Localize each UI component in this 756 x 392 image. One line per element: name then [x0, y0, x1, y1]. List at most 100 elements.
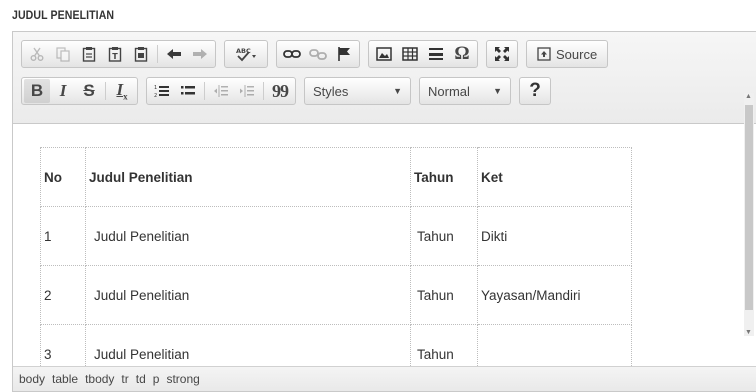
table-icon	[402, 47, 418, 61]
path-item-body[interactable]: body	[19, 372, 45, 386]
field-label: JUDUL PENELITIAN	[12, 8, 115, 22]
undo-button[interactable]	[161, 42, 187, 66]
bold-button[interactable]: B	[24, 79, 50, 103]
bulleted-list-icon	[181, 86, 195, 95]
content-table: No Judul Penelitian Tahun Ket 1 Judul Pe…	[40, 147, 632, 368]
styles-dropdown-label: Styles	[313, 83, 349, 99]
copy-icon	[56, 47, 70, 62]
redo-arrow-icon	[193, 49, 207, 59]
table-cell[interactable]: Yayasan/Mandiri	[477, 265, 632, 325]
help-button[interactable]: ?	[522, 79, 548, 103]
paragraph-group: 12 99	[146, 77, 296, 105]
horizontal-rule-button[interactable]	[423, 42, 449, 66]
table-header-cell[interactable]: Tahun	[410, 147, 478, 207]
spellcheck-button[interactable]: ABC	[227, 42, 265, 66]
maximize-icon	[495, 47, 509, 61]
table-header-cell[interactable]: Ket	[477, 147, 632, 207]
path-item-table[interactable]: table	[52, 372, 78, 386]
path-item-tr[interactable]: tr	[121, 372, 128, 386]
table-cell[interactable]: Tahun	[410, 206, 478, 266]
table-cell[interactable]: 2	[40, 265, 86, 325]
undo-arrow-icon	[167, 49, 181, 59]
separator	[157, 45, 158, 63]
horizontal-rule-icon	[429, 48, 443, 60]
table-cell[interactable]	[477, 324, 632, 368]
table-header-row: No Judul Penelitian Tahun Ket	[40, 147, 632, 207]
chevron-down-icon: ▼	[493, 86, 502, 96]
italic-button[interactable]: I	[50, 79, 76, 103]
indent-button[interactable]	[234, 79, 260, 103]
paste-button[interactable]	[76, 42, 102, 66]
path-item-tbody[interactable]: tbody	[85, 372, 114, 386]
table-row: 1 Judul Penelitian Tahun Dikti	[40, 206, 632, 266]
format-dropdown-label: Normal	[428, 83, 470, 99]
table-header-cell[interactable]: Judul Penelitian	[85, 147, 411, 207]
scroll-thumb[interactable]	[745, 105, 753, 310]
element-path-bar: body table tbody tr td p strong	[13, 366, 756, 391]
path-item-p[interactable]: p	[153, 372, 160, 386]
paste-word-button[interactable]	[128, 42, 154, 66]
question-icon: ?	[529, 80, 541, 101]
table-cell[interactable]: Dikti	[477, 206, 632, 266]
clipboard-group: T	[21, 40, 216, 68]
table-button[interactable]	[397, 42, 423, 66]
table-cell[interactable]: 3	[40, 324, 86, 368]
bulleted-list-button[interactable]	[175, 79, 201, 103]
basicstyles-group: B I S Ix	[21, 77, 138, 105]
svg-text:2: 2	[154, 93, 157, 99]
numbered-list-icon: 12	[154, 85, 169, 99]
source-icon	[537, 47, 551, 61]
path-item-strong[interactable]: strong	[166, 372, 199, 386]
link-icon	[283, 50, 301, 58]
separator	[204, 82, 205, 100]
content-scrollbar[interactable]: ▲ ▼	[744, 93, 754, 336]
table-cell[interactable]: Tahun	[410, 324, 478, 368]
table-cell[interactable]: Tahun	[410, 265, 478, 325]
table-header-cell[interactable]: No	[40, 147, 86, 207]
table-row: 3 Judul Penelitian Tahun	[40, 324, 632, 368]
image-icon	[376, 47, 392, 61]
clipboard-text-icon: T	[108, 47, 122, 62]
table-cell[interactable]: 1	[40, 206, 86, 266]
link-group	[276, 40, 360, 68]
numbered-list-button[interactable]: 12	[149, 79, 175, 103]
bold-icon: B	[30, 81, 44, 100]
paste-text-button[interactable]: T	[102, 42, 128, 66]
table-cell[interactable]: Judul Penelitian	[85, 206, 411, 266]
copy-button[interactable]	[50, 42, 76, 66]
table-cell[interactable]: Judul Penelitian	[85, 324, 411, 368]
remove-format-button[interactable]: Ix	[109, 79, 135, 103]
format-dropdown[interactable]: Normal ▼	[419, 77, 511, 105]
flag-icon	[338, 47, 350, 61]
styles-dropdown[interactable]: Styles ▼	[304, 77, 411, 105]
blockquote-button[interactable]: 99	[267, 79, 293, 103]
scroll-down-icon[interactable]: ▼	[745, 329, 752, 336]
clipboard-icon	[82, 47, 96, 62]
redo-button[interactable]	[187, 42, 213, 66]
outdent-button[interactable]	[208, 79, 234, 103]
path-item-td[interactable]: td	[136, 372, 146, 386]
cut-button[interactable]	[24, 42, 50, 66]
link-button[interactable]	[279, 42, 305, 66]
maximize-group	[486, 40, 518, 68]
svg-text:1: 1	[154, 85, 157, 91]
editor-toolbar: T ABC Ω Source B I S Ix 1 2 99 Styles ▼ …	[13, 32, 756, 124]
source-group: Source	[526, 40, 609, 68]
svg-text:ABC: ABC	[236, 47, 251, 55]
strike-button[interactable]: S	[76, 79, 102, 103]
unlink-button[interactable]	[305, 42, 331, 66]
special-char-button[interactable]: Ω	[449, 42, 475, 66]
separator	[105, 82, 106, 100]
blockquote-icon: 99	[272, 80, 289, 101]
indent-icon	[240, 85, 254, 97]
table-row: 2 Judul Penelitian Tahun Yayasan/Mandiri	[40, 265, 632, 325]
scroll-up-icon[interactable]: ▲	[745, 93, 752, 100]
source-button[interactable]: Source	[529, 47, 605, 62]
editor-content[interactable]: No Judul Penelitian Tahun Ket 1 Judul Pe…	[13, 125, 756, 368]
italic-icon: I	[59, 81, 67, 100]
table-cell[interactable]: Judul Penelitian	[85, 265, 411, 325]
insert-group: Ω	[368, 40, 478, 68]
maximize-button[interactable]	[489, 42, 515, 66]
anchor-button[interactable]	[331, 42, 357, 66]
image-button[interactable]	[371, 42, 397, 66]
